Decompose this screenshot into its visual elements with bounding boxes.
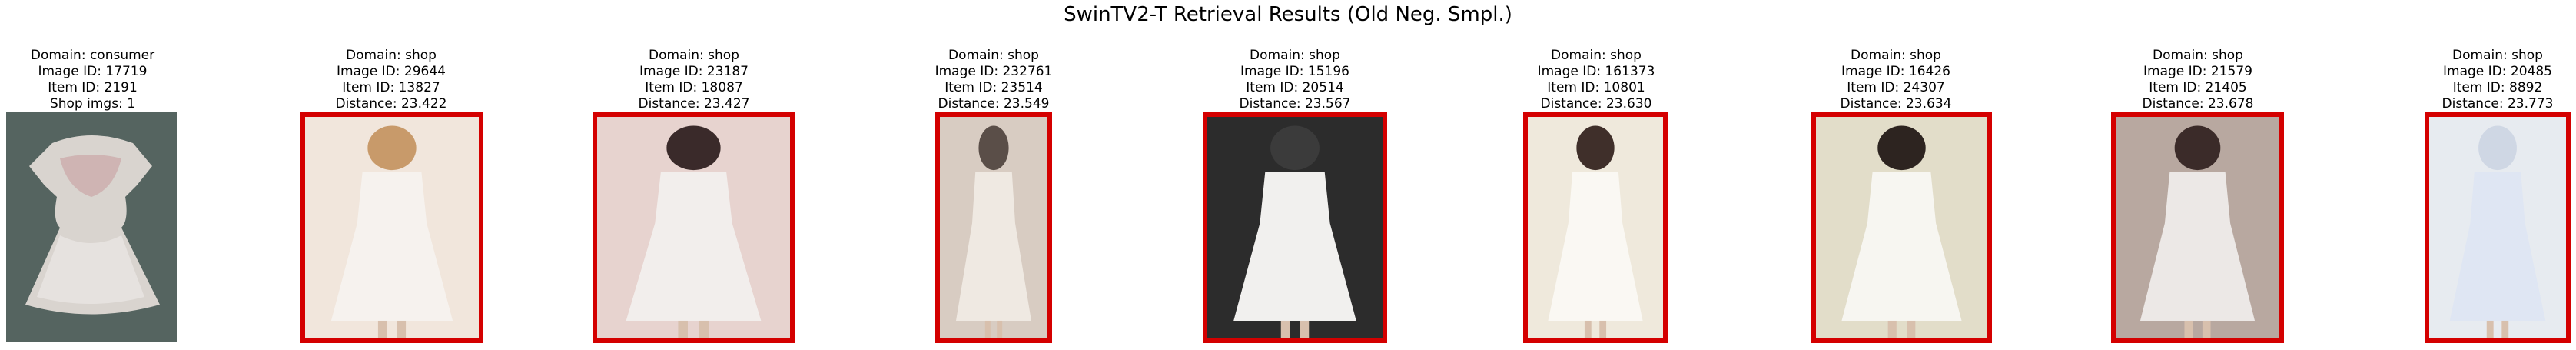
result-caption: Domain: shop Image ID: 20485 Item ID: 8892… xyxy=(2398,48,2576,112)
query-domain: Domain: consumer xyxy=(30,48,155,63)
result-photo xyxy=(305,117,479,338)
result-image-id: Image ID: 15196 xyxy=(1240,64,1349,79)
result-distance: Distance: 23.630 xyxy=(1540,96,1652,112)
query-image xyxy=(6,112,177,342)
result-distance: Distance: 23.678 xyxy=(2142,96,2254,112)
result-image-id: Image ID: 20485 xyxy=(2443,64,2552,79)
result-photo xyxy=(1528,117,1663,338)
result-photo xyxy=(1207,117,1383,338)
query-image-id: Image ID: 17719 xyxy=(38,64,148,79)
result-image xyxy=(2425,112,2571,343)
result-image xyxy=(593,112,795,343)
result-image-id: Image ID: 21579 xyxy=(2143,64,2252,79)
dress-image xyxy=(940,117,1047,338)
result-caption: Domain: shop Image ID: 21579 Item ID: 2140… xyxy=(2098,48,2298,112)
result-image xyxy=(1523,112,1668,343)
result-item-id: Item ID: 20514 xyxy=(1246,80,1344,95)
result-image-id: Image ID: 232761 xyxy=(934,64,1053,79)
result-caption: Domain: shop Image ID: 161373 Item ID: 108… xyxy=(1496,48,1696,112)
dress-image xyxy=(1816,117,1987,338)
result-item-id: Item ID: 18087 xyxy=(645,80,743,95)
result-distance: Distance: 23.422 xyxy=(335,96,447,112)
result-distance: Distance: 23.567 xyxy=(1239,96,1351,112)
result-image-id: Image ID: 23187 xyxy=(639,64,749,79)
result-photo xyxy=(2116,117,2279,338)
result-photo xyxy=(2429,117,2566,338)
result-photo xyxy=(1816,117,1987,338)
result-domain: Domain: shop xyxy=(948,48,1039,63)
result-item-id: Item ID: 10801 xyxy=(1547,80,1645,95)
dress-image xyxy=(2116,117,2279,338)
result-domain: Domain: shop xyxy=(2452,48,2543,63)
query-panel: Domain: consumer Image ID: 17719 Item ID… xyxy=(6,48,179,112)
result-image-id: Image ID: 161373 xyxy=(1537,64,1655,79)
result-domain: Domain: shop xyxy=(346,48,437,63)
result-distance: Distance: 23.427 xyxy=(638,96,750,112)
query-photo xyxy=(6,112,177,342)
result-domain: Domain: shop xyxy=(2153,48,2243,63)
result-item-id: Item ID: 13827 xyxy=(342,80,440,95)
result-image xyxy=(1811,112,1992,343)
result-item-id: Item ID: 8892 xyxy=(2452,80,2543,95)
result-image-id: Image ID: 29644 xyxy=(337,64,446,79)
result-item-id: Item ID: 23514 xyxy=(944,80,1043,95)
result-domain: Domain: shop xyxy=(649,48,739,63)
dress-image xyxy=(6,112,177,342)
result-domain: Domain: shop xyxy=(1851,48,1941,63)
result-distance: Distance: 23.549 xyxy=(938,96,1050,112)
result-domain: Domain: shop xyxy=(1551,48,1642,63)
result-image-id: Image ID: 16426 xyxy=(1841,64,1950,79)
result-caption: Domain: shop Image ID: 23187 Item ID: 1808… xyxy=(594,48,794,112)
result-photo xyxy=(597,117,790,338)
figure-title: SwinTV2-T Retrieval Results (Old Neg. Sm… xyxy=(1064,3,1512,26)
result-caption: Domain: shop Image ID: 232761 Item ID: 235… xyxy=(894,48,1094,112)
query-item-id: Item ID: 2191 xyxy=(48,80,138,95)
result-image xyxy=(935,112,1052,343)
result-image xyxy=(300,112,483,343)
query-shop-imgs: Shop imgs: 1 xyxy=(49,96,136,112)
result-image xyxy=(1203,112,1387,343)
dress-image xyxy=(1528,117,1663,338)
result-item-id: Item ID: 21405 xyxy=(2149,80,2247,95)
result-photo xyxy=(940,117,1047,338)
result-image xyxy=(2111,112,2284,343)
result-domain: Domain: shop xyxy=(1250,48,1340,63)
result-distance: Distance: 23.773 xyxy=(2442,96,2554,112)
dress-image xyxy=(1207,117,1383,338)
dress-image xyxy=(305,117,479,338)
result-item-id: Item ID: 24307 xyxy=(1847,80,1945,95)
result-caption: Domain: shop Image ID: 29644 Item ID: 1382… xyxy=(291,48,491,112)
result-caption: Domain: shop Image ID: 15196 Item ID: 2051… xyxy=(1195,48,1395,112)
dress-image xyxy=(597,117,790,338)
dress-image xyxy=(2429,117,2566,338)
result-distance: Distance: 23.634 xyxy=(1840,96,1952,112)
result-caption: Domain: shop Image ID: 16426 Item ID: 2430… xyxy=(1796,48,1996,112)
